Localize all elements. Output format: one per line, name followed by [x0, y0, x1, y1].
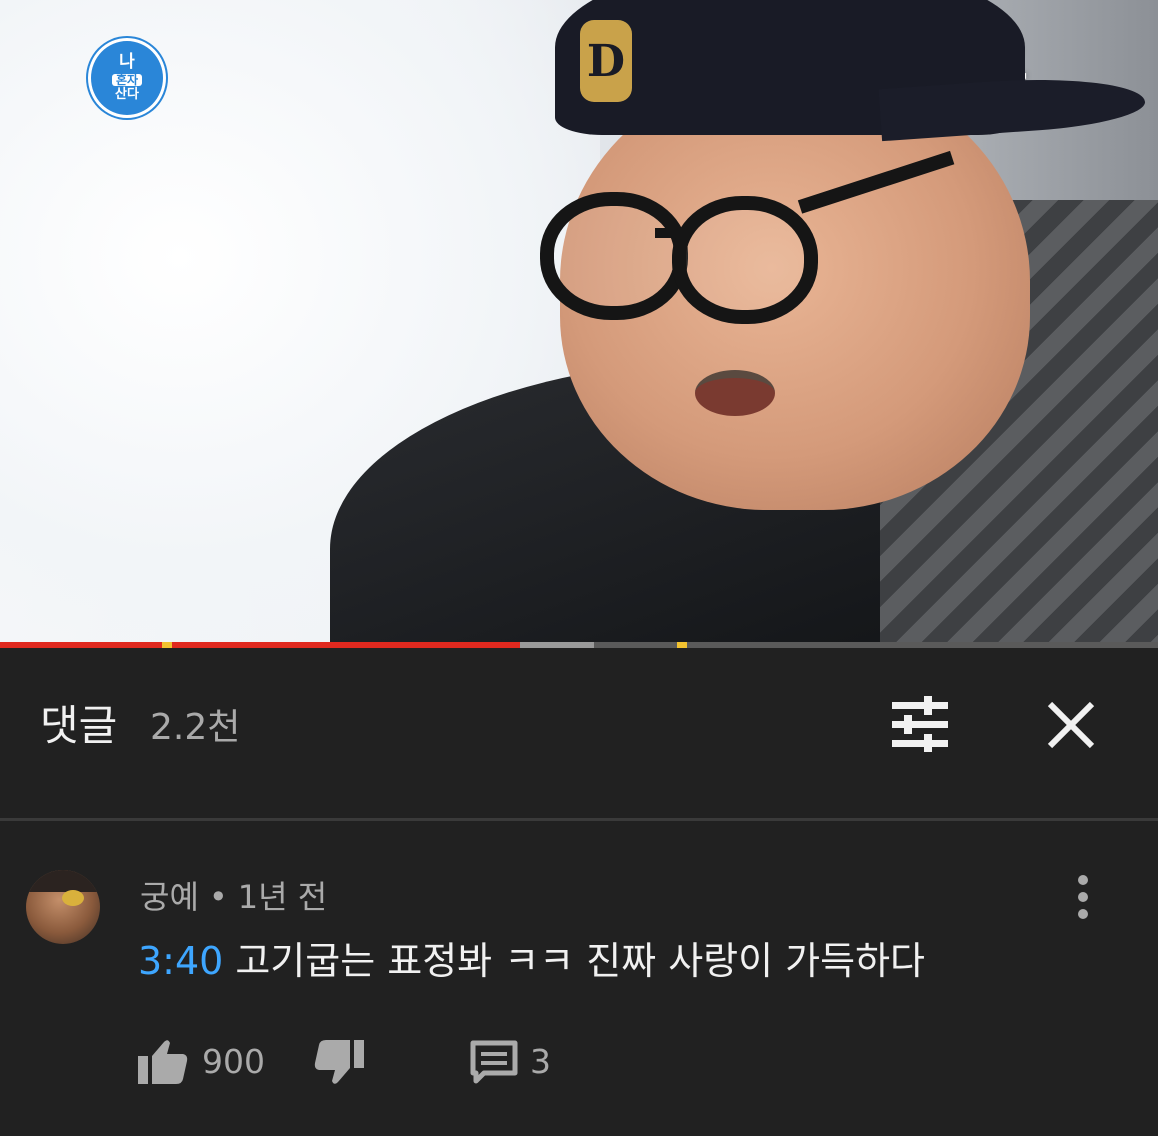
video-person-mouth [695, 370, 775, 416]
header-divider [0, 818, 1158, 821]
video-player[interactable]: 나 혼자 산다 오 D [0, 0, 1158, 644]
glasses-lens-left [540, 192, 688, 320]
reply-count: 3 [530, 1042, 551, 1081]
reply-comment-icon[interactable] [470, 1040, 518, 1084]
comment-text: 고기굽는 표정봐 ㅋㅋ 진짜 사랑이 가득하다 [235, 939, 926, 983]
show-logo: 나 혼자 산다 [88, 38, 166, 118]
thumbs-down-icon[interactable] [314, 1040, 364, 1086]
avatar-hair [26, 870, 100, 892]
logo-text-2: 혼자 [111, 74, 143, 87]
comment-body: 3:40 고기굽는 표정봐 ㅋㅋ 진짜 사랑이 가득하다 [138, 930, 925, 985]
timestamp-link[interactable]: 3:40 [138, 939, 223, 983]
glasses-bridge [655, 228, 685, 238]
comments-title: 댓글 [40, 701, 118, 750]
like-count: 900 [202, 1042, 265, 1081]
meta-separator: • [208, 878, 228, 916]
comment-meta: 궁예 • 1년 전 [140, 872, 327, 918]
avatar[interactable] [26, 870, 100, 944]
comment-time: 1년 전 [237, 878, 328, 916]
sort-filter-icon[interactable] [888, 696, 952, 752]
comments-header: 댓글 2.2천 [0, 648, 1158, 818]
glasses-lens-right [672, 196, 818, 324]
logo-text-3: 산다 [115, 87, 139, 103]
avatar-eyepatch [62, 890, 84, 906]
comments-count: 2.2천 [150, 707, 241, 748]
more-vert-icon[interactable] [1068, 872, 1098, 922]
close-icon[interactable] [1044, 698, 1098, 752]
logo-text-1: 나 [119, 51, 135, 72]
thumbs-up-icon[interactable] [138, 1038, 188, 1084]
cap-badge-logo: D [580, 20, 632, 102]
comment-author[interactable]: 궁예 [140, 878, 199, 916]
